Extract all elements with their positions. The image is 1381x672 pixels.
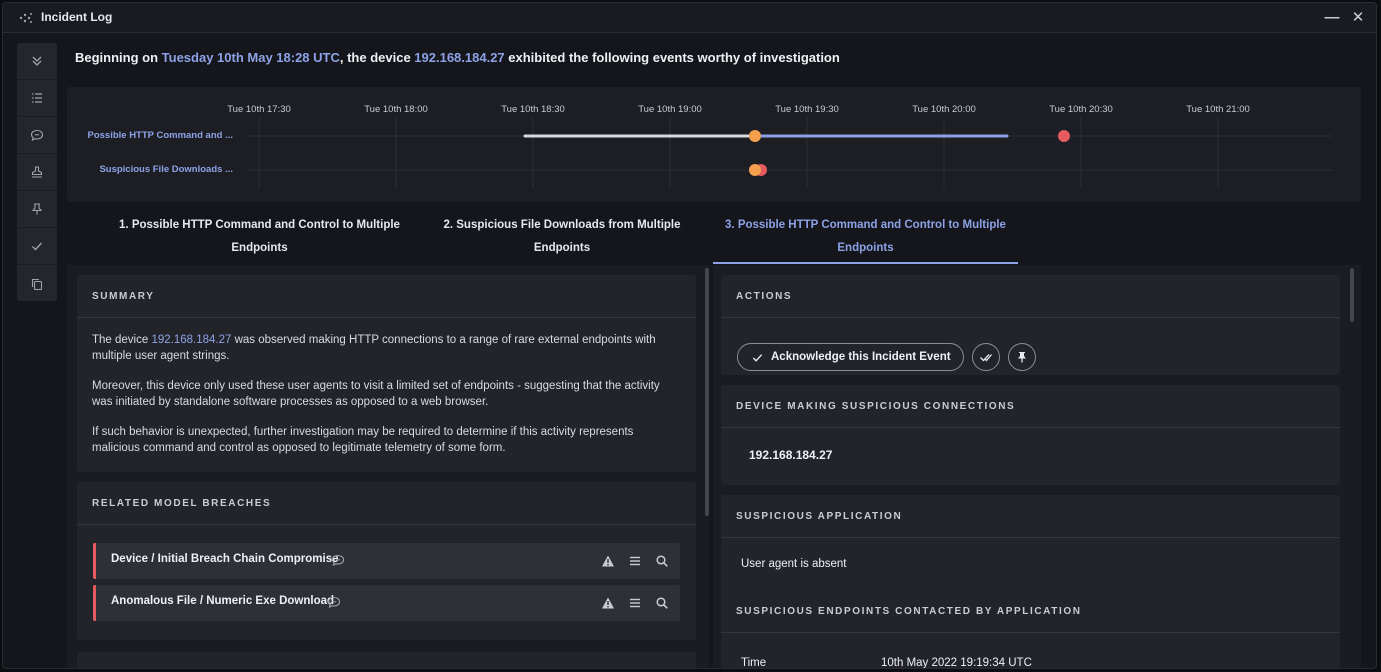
timeline-tick: Tue 10th 18:00 <box>364 104 428 115</box>
menu-icon[interactable] <box>628 554 642 568</box>
tab-label-line: 2. Suspicious File Downloads from Multip… <box>443 219 681 231</box>
sidebar-list-button[interactable] <box>17 80 57 117</box>
related-breaches-card: RELATED MODEL BREACHES Device / Initial … <box>77 482 696 640</box>
sidebar-collapse-button[interactable] <box>17 43 57 80</box>
application-value: User agent is absent <box>741 558 847 570</box>
breach-item[interactable]: Device / Initial Breach Chain Compromise <box>93 543 680 579</box>
close-button[interactable]: ✕ <box>1349 8 1367 28</box>
timeline-tick: Tue 10th 21:00 <box>1186 104 1250 115</box>
tab-event-2[interactable]: 2. Suspicious File Downloads from Multip… <box>412 209 712 264</box>
app-logo-icon <box>17 9 35 27</box>
related-breaches-header: RELATED MODEL BREACHES <box>77 482 696 525</box>
warning-icon[interactable] <box>601 596 615 610</box>
timeline-tick: Tue 10th 20:30 <box>1049 104 1113 115</box>
tab-label-line: 3. Possible HTTP Command and Control to … <box>725 219 1006 231</box>
acknowledge-label: Acknowledge this Incident Event <box>771 351 951 363</box>
double-check-icon <box>980 354 992 362</box>
time-label: Time <box>741 657 767 668</box>
timeline-row-label-downloads[interactable]: Suspicious File Downloads ... <box>99 164 233 175</box>
tab-label-line: Endpoints <box>231 242 288 254</box>
window-title: Incident Log <box>41 10 113 24</box>
summary-device-link[interactable]: 192.168.184.27 <box>151 334 231 346</box>
pin-icon <box>1018 352 1026 363</box>
tab-label-line: Endpoints <box>837 242 894 254</box>
summary-header: SUMMARY <box>77 275 696 318</box>
sidebar-acknowledge-button[interactable] <box>17 228 57 265</box>
device-ip-link[interactable]: 192.168.184.27 <box>749 448 832 462</box>
tab-event-1[interactable]: 1. Possible HTTP Command and Control to … <box>107 209 412 264</box>
menu-icon[interactable] <box>628 596 642 610</box>
breach-label: Anomalous File / Numeric Exe Download <box>111 595 335 607</box>
warning-icon[interactable] <box>601 554 615 568</box>
list-icon <box>32 93 42 103</box>
pin-button[interactable] <box>1008 343 1036 371</box>
left-panel: SUMMARY The device 192.168.184.27 was ob… <box>67 265 709 668</box>
headline-date: Tuesday 10th May 18:28 UTC <box>161 50 340 65</box>
sidebar <box>17 43 57 301</box>
timeline-tick: Tue 10th 20:00 <box>912 104 976 115</box>
title-bar: Incident Log — ✕ <box>3 3 1376 33</box>
headline-middle: , the device <box>339 50 415 65</box>
breach-label: Device / Initial Breach Chain Compromise <box>111 553 339 565</box>
stamp-icon <box>31 166 43 178</box>
right-panel: ACTIONS Acknowledge this Incident Event … <box>713 265 1361 668</box>
comment-icon[interactable] <box>327 595 341 609</box>
timeline-tick: Tue 10th 19:30 <box>775 104 839 115</box>
timeline-row-label-http[interactable]: Possible HTTP Command and ... <box>87 130 233 141</box>
pin-icon <box>31 203 43 215</box>
breach-item[interactable]: Anomalous File / Numeric Exe Download <box>93 585 680 621</box>
timeline-event-marker[interactable] <box>749 164 761 176</box>
search-icon[interactable] <box>655 554 669 568</box>
summary-body: The device 192.168.184.27 was observed m… <box>77 318 696 456</box>
comment-icon[interactable] <box>331 553 345 567</box>
summary-paragraph: Moreover, this device only used these us… <box>92 380 660 408</box>
sidebar-comments-button[interactable] <box>17 117 57 154</box>
chat-icon <box>30 129 44 142</box>
device-card: DEVICE MAKING SUSPICIOUS CONNECTIONS 192… <box>721 385 1340 485</box>
left-panel-scrollbar[interactable] <box>705 268 709 516</box>
incident-timeline: Tue 10th 17:30 Tue 10th 18:00 Tue 10th 1… <box>67 87 1361 202</box>
timeline-tick: Tue 10th 17:30 <box>227 104 291 115</box>
sidebar-copy-button[interactable] <box>17 265 57 302</box>
time-value: 10th May 2022 19:19:34 UTC <box>881 657 1032 668</box>
headline-device-link[interactable]: 192.168.184.27 <box>414 50 504 65</box>
event-tabs: 1. Possible HTTP Command and Control to … <box>67 209 1361 265</box>
headline-suffix: exhibited the following events worthy of… <box>504 50 840 65</box>
timeline-event-marker[interactable] <box>1058 130 1070 142</box>
sidebar-pin-button[interactable] <box>17 191 57 228</box>
summary-paragraph: If such behavior is unexpected, further … <box>92 426 634 454</box>
acknowledge-button[interactable]: Acknowledge this Incident Event <box>737 343 964 371</box>
incident-log-window: Incident Log — ✕ Beginning on Tuesday 10… <box>2 2 1377 669</box>
tab-label-line: Endpoints <box>533 242 591 254</box>
actions-header: ACTIONS <box>721 275 1340 318</box>
headline-prefix: Beginning on <box>75 50 162 65</box>
endpoints-header: SUSPICIOUS ENDPOINTS CONTACTED BY APPLIC… <box>721 590 1340 633</box>
sidebar-stamp-button[interactable] <box>17 154 57 191</box>
acknowledge-all-button[interactable] <box>972 343 1000 371</box>
search-icon[interactable] <box>655 596 669 610</box>
incident-headline: Beginning on Tuesday 10th May 18:28 UTC,… <box>75 50 840 65</box>
next-card <box>77 652 696 668</box>
tab-label-line: 1. Possible HTTP Command and Control to … <box>119 219 400 231</box>
check-icon <box>32 242 42 251</box>
timeline-chart: Tue 10th 17:30 Tue 10th 18:00 Tue 10th 1… <box>87 104 1333 189</box>
summary-text: The device <box>92 334 152 346</box>
timeline-tick: Tue 10th 19:00 <box>638 104 702 115</box>
device-card-header: DEVICE MAKING SUSPICIOUS CONNECTIONS <box>721 385 1340 428</box>
tab-event-3[interactable]: 3. Possible HTTP Command and Control to … <box>713 209 1018 264</box>
summary-paragraph: The device 192.168.184.27 was observed m… <box>92 332 681 364</box>
check-icon <box>752 354 763 362</box>
application-card-header: SUSPICIOUS APPLICATION <box>721 495 1340 538</box>
timeline-event-marker[interactable] <box>749 130 761 142</box>
application-card: SUSPICIOUS APPLICATION User agent is abs… <box>721 495 1340 668</box>
timeline-tick: Tue 10th 18:30 <box>501 104 565 115</box>
chevrons-down-icon <box>32 56 42 66</box>
summary-card: SUMMARY The device 192.168.184.27 was ob… <box>77 275 696 472</box>
minimize-button[interactable]: — <box>1323 8 1341 28</box>
actions-card: ACTIONS Acknowledge this Incident Event <box>721 275 1340 375</box>
right-panel-scrollbar[interactable] <box>1350 268 1354 322</box>
copy-icon <box>31 278 43 290</box>
